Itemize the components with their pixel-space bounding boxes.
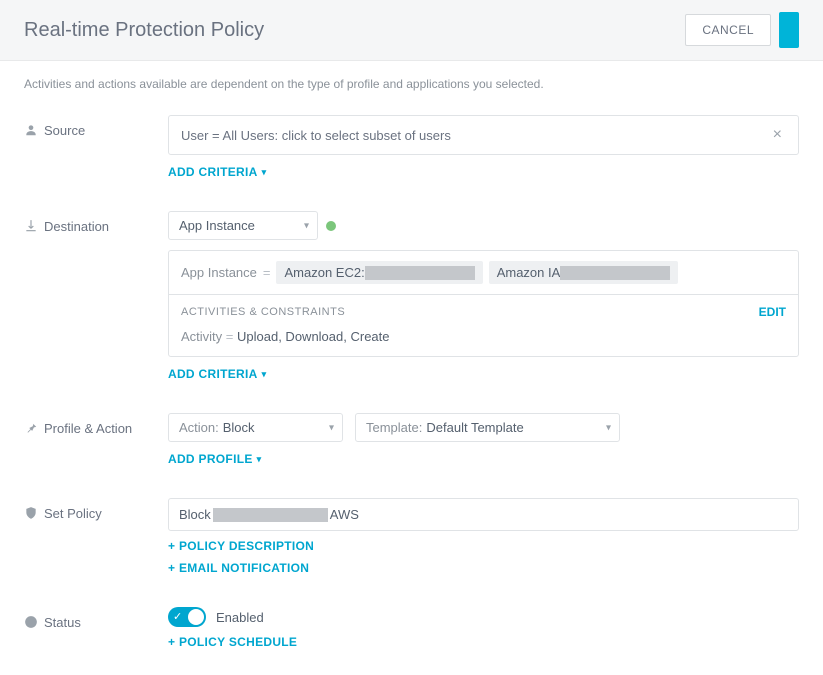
source-field[interactable]: User = All Users: click to select subset… <box>168 115 799 155</box>
add-profile-link[interactable]: ADD PROFILE ▾ <box>168 452 261 466</box>
clear-source-icon[interactable]: × <box>769 126 786 144</box>
section-label-profile: Profile & Action <box>24 413 152 466</box>
policy-description-link[interactable]: + POLICY DESCRIPTION <box>168 539 799 553</box>
page-title: Real-time Protection Policy <box>24 19 264 42</box>
app-instance-row: App Instance = Amazon EC2: Amazon IA <box>169 251 798 294</box>
user-icon <box>24 123 38 137</box>
policy-schedule-link[interactable]: + POLICY SCHEDULE <box>168 635 297 649</box>
destination-type-select[interactable]: App Instance <box>168 211 318 240</box>
policy-name-input[interactable]: Block AWS <box>168 498 799 531</box>
status-dot-icon <box>326 221 336 231</box>
check-circle-icon <box>24 615 38 629</box>
activity-value: Upload, Download, Create <box>237 329 389 344</box>
add-criteria-source[interactable]: ADD CRITERIA ▾ <box>168 165 266 179</box>
section-destination: Destination App Instance App Instance = … <box>0 195 823 397</box>
email-notification-link[interactable]: + EMAIL NOTIFICATION <box>168 561 799 575</box>
destination-type-value: App Instance <box>179 218 255 233</box>
action-key: Action: <box>179 420 219 435</box>
chip1-text: Amazon EC2: <box>284 265 364 280</box>
chevron-down-icon: ▾ <box>262 369 267 380</box>
status-toggle[interactable]: ✓ <box>168 607 206 627</box>
template-value: Default Template <box>426 420 523 435</box>
redacted-block <box>560 266 670 280</box>
app-instance-chip-2[interactable]: Amazon IA <box>489 261 679 284</box>
shield-check-icon <box>24 506 38 520</box>
separator: = <box>226 329 237 344</box>
header-actions: CANCEL <box>685 12 799 48</box>
separator: = <box>263 265 271 280</box>
redacted-block <box>213 508 328 522</box>
destination-label-text: Destination <box>44 219 109 234</box>
source-field-text: User = All Users: click to select subset… <box>181 128 769 143</box>
chevron-down-icon: ▾ <box>257 454 262 465</box>
section-label-destination: Destination <box>24 211 152 381</box>
policy-name-suffix: AWS <box>330 507 359 522</box>
section-profile-action: Profile & Action Action: Block Template:… <box>0 397 823 482</box>
profile-label-text: Profile & Action <box>44 421 132 436</box>
status-label-text: Status <box>44 615 81 630</box>
header-bar: Real-time Protection Policy CANCEL <box>0 0 823 61</box>
template-key: Template: <box>366 420 422 435</box>
dependency-note: Activities and actions available are dep… <box>0 61 823 99</box>
save-button[interactable] <box>779 12 799 48</box>
cancel-button[interactable]: CANCEL <box>685 14 771 46</box>
add-criteria-source-label: ADD CRITERIA <box>168 165 258 179</box>
pin-icon <box>24 421 38 435</box>
activity-key: Activity <box>181 329 222 344</box>
policy-name-prefix: Block <box>179 507 211 522</box>
chevron-down-icon: ▾ <box>262 167 267 178</box>
activities-header-row: ACTIVITIES & CONSTRAINTS EDIT <box>169 294 798 329</box>
chip2-text: Amazon IA <box>497 265 561 280</box>
app-instance-key: App Instance <box>181 265 257 280</box>
set-policy-label-text: Set Policy <box>44 506 102 521</box>
template-select[interactable]: Template: Default Template <box>355 413 620 442</box>
action-select[interactable]: Action: Block <box>168 413 343 442</box>
action-value: Block <box>223 420 255 435</box>
activity-row: Activity = Upload, Download, Create <box>169 329 798 356</box>
app-instance-chip-1[interactable]: Amazon EC2: <box>276 261 482 284</box>
section-status: Status ✓ Enabled + POLICY SCHEDULE <box>0 591 823 665</box>
section-source: Source User = All Users: click to select… <box>0 99 823 195</box>
redacted-block <box>365 266 475 280</box>
section-label-source: Source <box>24 115 152 179</box>
section-set-policy: Set Policy Block AWS + POLICY DESCRIPTIO… <box>0 482 823 591</box>
check-icon: ✓ <box>173 610 182 623</box>
destination-detail-box: App Instance = Amazon EC2: Amazon IA ACT… <box>168 250 799 357</box>
add-criteria-destination[interactable]: ADD CRITERIA ▾ <box>168 367 266 381</box>
toggle-knob <box>188 609 204 625</box>
section-label-status: Status <box>24 607 152 649</box>
add-profile-label: ADD PROFILE <box>168 452 253 466</box>
destination-icon <box>24 219 38 233</box>
add-criteria-destination-label: ADD CRITERIA <box>168 367 258 381</box>
section-label-set-policy: Set Policy <box>24 498 152 575</box>
edit-activities-link[interactable]: EDIT <box>759 305 786 319</box>
status-enabled-label: Enabled <box>216 610 264 625</box>
activities-header: ACTIVITIES & CONSTRAINTS <box>181 306 759 318</box>
source-label-text: Source <box>44 123 85 138</box>
